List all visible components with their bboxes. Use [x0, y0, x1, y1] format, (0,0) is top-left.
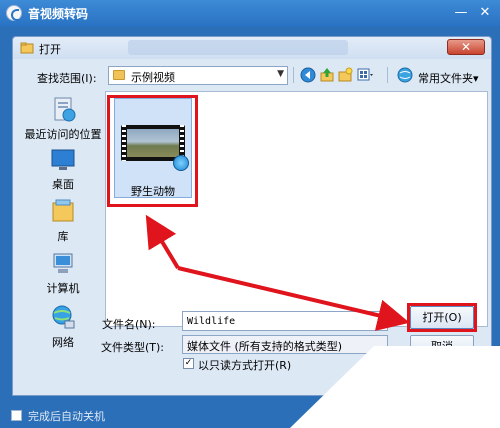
sidebar-item-network[interactable]: 网络: [19, 303, 107, 350]
highlight-box-file: [107, 95, 198, 207]
auto-shutdown-checkbox[interactable]: [11, 410, 22, 421]
readonly-label: 以只读方式打开(R): [198, 359, 292, 372]
dialog-title-bar[interactable]: 打开 ✕: [13, 37, 491, 59]
auto-shutdown-label: 完成后自动关机: [28, 410, 105, 423]
up-folder-icon[interactable]: [319, 67, 335, 83]
readonly-checkbox[interactable]: ✓: [183, 358, 194, 369]
places-sidebar: 最近访问的位置 桌面 库 计算机 网络: [19, 93, 107, 349]
lookin-dropdown[interactable]: 示例视频 ▼: [108, 66, 288, 85]
sidebar-item-label: 桌面: [52, 178, 74, 191]
filetype-label: 文件类型(T):: [101, 341, 165, 354]
blurred-watermark: [128, 40, 348, 55]
app-close-button[interactable]: ✕: [476, 6, 494, 20]
filename-label: 文件名(N):: [102, 318, 156, 331]
sidebar-item-computer[interactable]: 计算机: [19, 251, 107, 296]
desktop-icon: [51, 149, 75, 170]
dialog-title: 打开: [39, 43, 61, 56]
chevron-down-icon: ▼: [277, 69, 284, 79]
sidebar-item-label: 最近访问的位置: [24, 128, 102, 141]
computer-icon: [53, 253, 73, 273]
toolbar-separator: [387, 67, 388, 83]
back-icon[interactable]: [300, 67, 316, 83]
filetype-dropdown[interactable]: 媒体文件 (所有支持的格式类型): [182, 335, 388, 354]
favorites-dropdown[interactable]: 常用文件夹▾: [418, 70, 479, 86]
dialog-close-button[interactable]: ✕: [447, 39, 485, 55]
sidebar-item-label: 计算机: [46, 282, 80, 295]
globe-icon: [397, 67, 413, 83]
sidebar-item-recent[interactable]: 最近访问的位置: [19, 95, 107, 142]
lookin-label: 查找范围(I):: [37, 72, 97, 85]
folder-icon: [113, 70, 125, 80]
sidebar-item-label: 网络: [52, 336, 74, 349]
filename-input[interactable]: [182, 311, 388, 331]
highlight-box-open: [407, 303, 477, 332]
network-icon: [52, 305, 75, 329]
view-menu-icon[interactable]: [357, 67, 373, 83]
library-icon: [52, 199, 74, 222]
app-title-bar[interactable]: 音视频转码 — ✕: [0, 0, 500, 26]
app-logo-icon: [6, 5, 22, 21]
recent-places-icon: [54, 97, 76, 122]
minimize-button[interactable]: —: [452, 6, 470, 20]
sidebar-item-label: 库: [57, 230, 69, 243]
toolbar-separator: [293, 67, 294, 83]
sidebar-item-desktop[interactable]: 桌面: [19, 147, 107, 192]
sidebar-item-library[interactable]: 库: [19, 197, 107, 244]
lookin-value: 示例视频: [131, 71, 175, 84]
new-folder-icon[interactable]: [337, 67, 353, 83]
open-folder-icon: [20, 42, 34, 54]
app-title: 音视频转码: [28, 7, 89, 21]
